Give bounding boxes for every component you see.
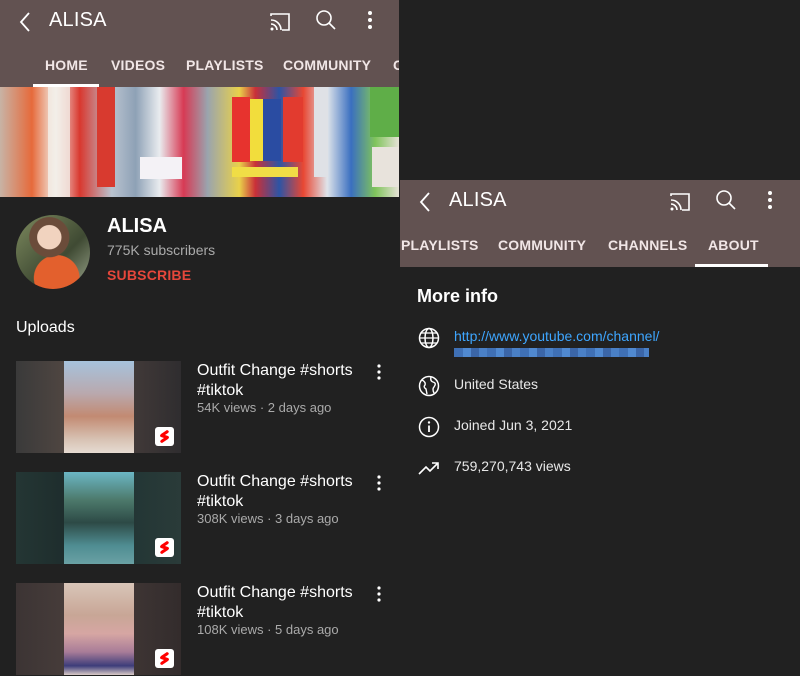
- channel-title: ALISA: [449, 189, 507, 211]
- video-meta: 54K views · 2 days ago: [197, 400, 332, 415]
- video-item[interactable]: Outfit Change #shorts #tiktok 54K views …: [0, 361, 399, 453]
- more-vert-icon[interactable]: [360, 8, 380, 32]
- channel-url-link[interactable]: http://www.youtube.com/channel/: [454, 328, 659, 344]
- channel-tabs: PLAYLISTS COMMUNITY CHANNELS ABOUT: [400, 228, 800, 267]
- trending-up-icon: [418, 462, 439, 475]
- globe-icon: [418, 327, 440, 349]
- channel-avatar[interactable]: [16, 215, 90, 289]
- more-vert-icon[interactable]: [372, 363, 386, 381]
- subscribe-button[interactable]: SUBSCRIBE: [107, 267, 191, 283]
- video-thumbnail[interactable]: [16, 361, 181, 453]
- tab-channels-partial[interactable]: C: [393, 57, 399, 73]
- total-views-text: 759,270,743 views: [454, 458, 571, 474]
- tab-community[interactable]: COMMUNITY: [283, 57, 371, 73]
- country-row: United States: [417, 374, 797, 398]
- joined-row: Joined Jun 3, 2021: [417, 415, 797, 439]
- country-text: United States: [454, 376, 539, 392]
- tab-playlists[interactable]: PLAYLISTS: [401, 237, 479, 253]
- app-bar: ALISA: [0, 0, 399, 48]
- blurred-thumbnail-content: [64, 583, 134, 675]
- video-thumbnail[interactable]: [16, 583, 181, 675]
- earth-icon: [418, 375, 440, 397]
- joined-date-text: Joined Jun 3, 2021: [454, 417, 573, 433]
- search-icon[interactable]: [314, 8, 338, 32]
- channel-tabs: HOME VIDEOS PLAYLISTS COMMUNITY C: [0, 48, 399, 87]
- channel-about-screen: ALISA PLAYLISTS COMMUNITY CHANNELS ABOUT…: [400, 180, 800, 676]
- more-vert-icon[interactable]: [372, 585, 386, 603]
- shorts-icon: [155, 538, 174, 557]
- video-meta: 308K views · 3 days ago: [197, 511, 339, 526]
- channel-title: ALISA: [49, 9, 107, 31]
- more-vert-icon[interactable]: [760, 188, 780, 212]
- channel-header: ALISA 775K subscribers SUBSCRIBE: [0, 197, 399, 307]
- channel-banner: [0, 87, 399, 197]
- video-thumbnail[interactable]: [16, 472, 181, 564]
- redacted-url-text: [454, 348, 649, 357]
- back-arrow-icon[interactable]: [16, 10, 36, 34]
- cast-icon[interactable]: [268, 10, 292, 34]
- app-bar: ALISA: [400, 180, 800, 228]
- subscriber-count: 775K subscribers: [107, 242, 216, 258]
- blurred-thumbnail-content: [64, 472, 134, 564]
- views-row: 759,270,743 views: [417, 456, 797, 480]
- info-icon: [418, 416, 440, 438]
- uploads-heading: Uploads: [16, 319, 75, 336]
- video-title[interactable]: Outfit Change #shorts #tiktok: [197, 361, 357, 401]
- more-vert-icon[interactable]: [372, 474, 386, 492]
- video-title[interactable]: Outfit Change #shorts #tiktok: [197, 583, 357, 623]
- video-item[interactable]: Outfit Change #shorts #tiktok 108K views…: [0, 583, 399, 675]
- video-meta: 108K views · 5 days ago: [197, 622, 339, 637]
- shorts-icon: [155, 649, 174, 668]
- video-item[interactable]: Outfit Change #shorts #tiktok 308K views…: [0, 472, 399, 564]
- tab-channels[interactable]: CHANNELS: [608, 237, 687, 253]
- video-title[interactable]: Outfit Change #shorts #tiktok: [197, 472, 357, 512]
- more-info-heading: More info: [417, 286, 498, 306]
- tab-community[interactable]: COMMUNITY: [498, 237, 586, 253]
- channel-link-row: http://www.youtube.com/channel/: [417, 326, 797, 362]
- cast-icon[interactable]: [668, 190, 692, 214]
- tab-playlists[interactable]: PLAYLISTS: [186, 57, 264, 73]
- active-tab-indicator: [695, 264, 768, 267]
- shorts-icon: [155, 427, 174, 446]
- blurred-thumbnail-content: [64, 361, 134, 453]
- channel-name: ALISA: [107, 215, 167, 237]
- tab-home[interactable]: HOME: [45, 57, 88, 73]
- channel-home-screen: ALISA HOME VIDEOS PLAYLISTS COMMUNITY C …: [0, 0, 399, 676]
- back-arrow-icon[interactable]: [416, 190, 436, 214]
- tab-about[interactable]: ABOUT: [708, 237, 759, 253]
- search-icon[interactable]: [714, 188, 738, 212]
- tab-videos[interactable]: VIDEOS: [111, 57, 165, 73]
